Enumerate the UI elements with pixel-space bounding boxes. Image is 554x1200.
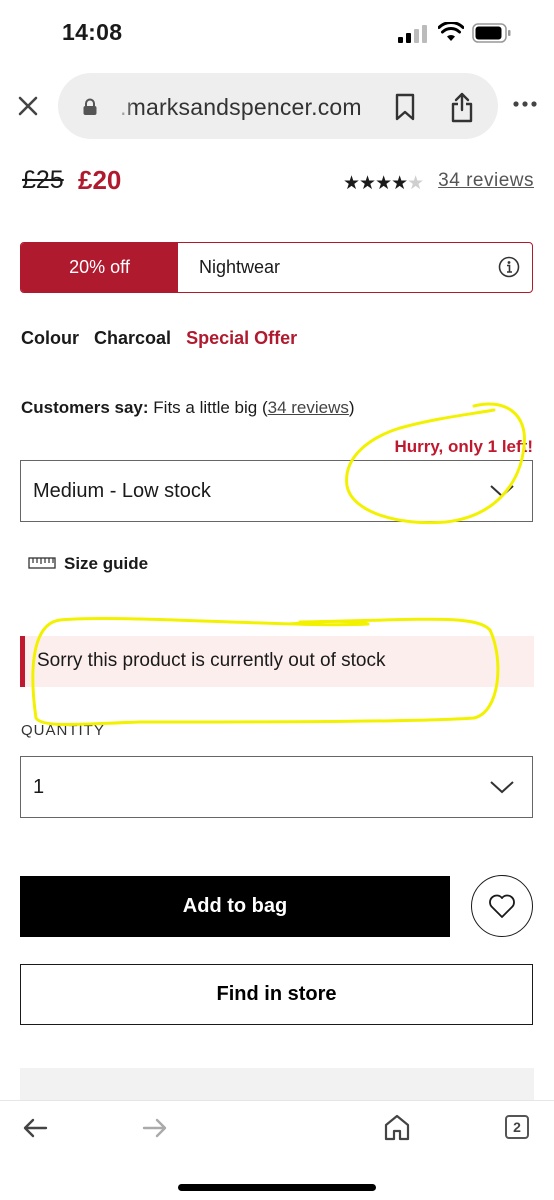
url-text: .marksandspencer.com: [120, 94, 362, 120]
wishlist-button[interactable]: [471, 875, 533, 937]
colour-label: Colour: [21, 328, 79, 348]
colour-row: Colour Charcoal Special Offer: [21, 328, 307, 349]
find-in-store-button[interactable]: Find in store: [20, 964, 533, 1025]
home-indicator: [178, 1184, 376, 1191]
more-icon[interactable]: [512, 100, 538, 108]
colour-value: Charcoal: [94, 328, 172, 348]
content-panel: [20, 1068, 534, 1102]
share-icon[interactable]: [450, 91, 474, 123]
status-bar: 14:08: [0, 0, 554, 64]
customers-say-reviews-link[interactable]: 34 reviews: [268, 398, 349, 417]
bookmark-icon[interactable]: [394, 93, 416, 121]
ruler-icon: [28, 557, 56, 569]
wifi-icon: [438, 22, 464, 41]
signal-icon: [398, 25, 427, 43]
size-guide-label: Size guide: [64, 554, 149, 573]
battery-icon: [472, 23, 511, 43]
add-to-bag-button[interactable]: Add to bag: [20, 876, 450, 937]
out-of-stock-message: Sorry this product is currently out of s…: [37, 650, 386, 671]
size-select-value: Medium - Low stock: [33, 480, 211, 502]
offer-text: Nightwear: [199, 257, 281, 277]
customers-say-close-paren: ): [348, 398, 355, 417]
browser-toolbar: .marksandspencer.com: [0, 70, 554, 142]
offer-tag: 20% off: [21, 243, 178, 292]
chevron-down-icon: [490, 485, 514, 498]
close-icon[interactable]: [14, 92, 42, 120]
home-icon[interactable]: [383, 1113, 411, 1141]
forward-icon[interactable]: [142, 1117, 168, 1139]
out-of-stock-alert: Sorry this product is currently out of s…: [20, 636, 534, 687]
address-bar[interactable]: .marksandspencer.com: [58, 73, 498, 139]
back-icon[interactable]: [22, 1117, 48, 1139]
quantity-label: QUANTITY: [21, 722, 105, 739]
status-time: 14:08: [62, 19, 123, 45]
tabs-icon[interactable]: 2: [505, 1115, 529, 1139]
low-stock-warning: Hurry, only 1 left!: [394, 437, 533, 456]
lock-icon: [83, 98, 97, 115]
info-icon[interactable]: [498, 256, 520, 278]
chevron-down-icon: [490, 781, 514, 794]
customers-say-label: Customers say:: [21, 398, 149, 417]
special-offer-label: Special Offer: [186, 328, 298, 348]
customers-say: Customers say: Fits a little big (34 rev…: [21, 398, 355, 418]
heart-icon: [489, 894, 515, 918]
original-price: £25: [22, 166, 64, 194]
customers-say-text: Fits a little big: [153, 398, 258, 417]
sale-price: £20: [78, 165, 122, 195]
rating-stars: ★★★★★: [343, 173, 424, 194]
quantity-select[interactable]: 1: [20, 756, 533, 818]
reviews-link[interactable]: 34 reviews: [438, 170, 534, 192]
quantity-value: 1: [33, 776, 45, 798]
size-select[interactable]: Medium - Low stock: [20, 460, 533, 522]
offer-banner[interactable]: 20% off Nightwear: [20, 242, 533, 293]
bottom-toolbar: 2: [0, 1100, 554, 1200]
url-fade: [116, 89, 134, 123]
price-row: £25 £20 ★★★★★ 34 reviews: [22, 164, 534, 200]
